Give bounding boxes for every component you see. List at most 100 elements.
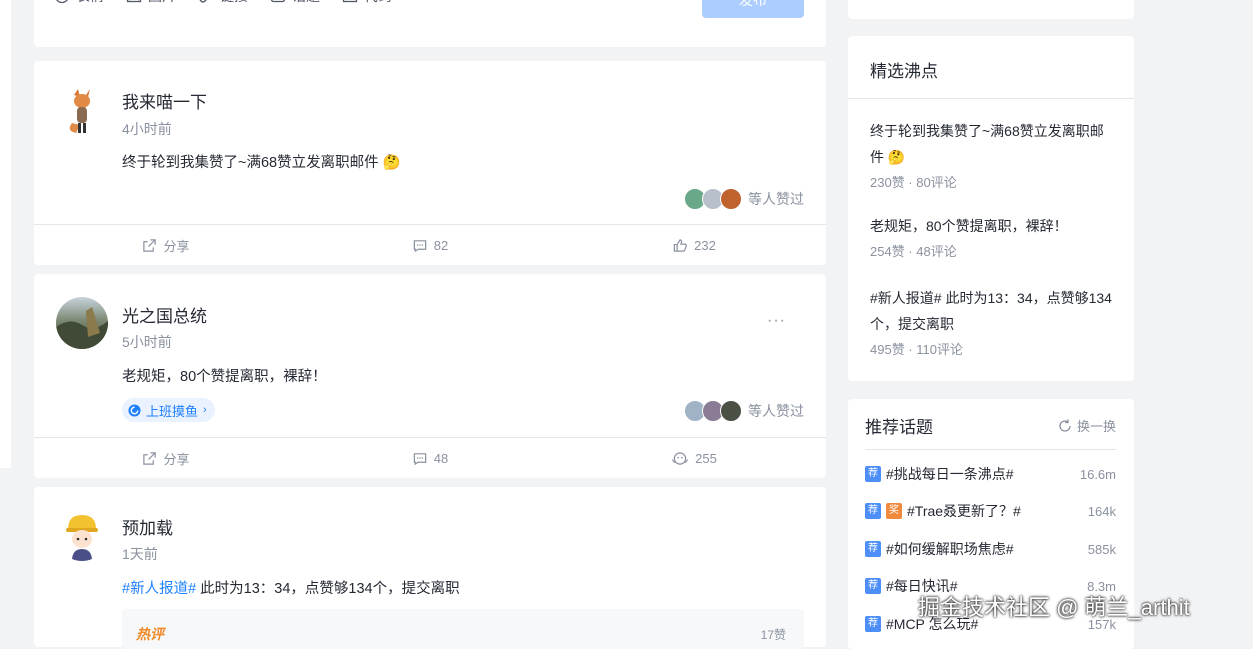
featured-item-meta: 254赞 · 48评论 [870, 244, 957, 259]
post-time: 1天前 [122, 546, 158, 562]
recommend-badge: 荐 [865, 466, 881, 482]
liker-avatars [684, 188, 742, 210]
avatar[interactable] [56, 85, 108, 137]
refresh-icon [1059, 419, 1071, 432]
topic-row[interactable]: 荐 #如何缓解职场焦虑# 585k [865, 538, 1116, 560]
refresh-label: 换一换 [1076, 419, 1116, 434]
hot-comment[interactable]: 热评 17赞 [122, 609, 804, 649]
image-tool[interactable]: 图片 [126, 0, 176, 6]
hashtag-link[interactable]: #新人报道# [122, 581, 196, 597]
featured-item-text: 老规矩，80个赞提离职，裸辞！ [870, 218, 1068, 234]
topic-tool[interactable]: 话题 [270, 0, 320, 6]
topic-name: #挑战每日一条沸点# [886, 466, 1014, 482]
more-options-button[interactable]: ··· [767, 312, 786, 330]
topic-row[interactable]: 荐 奖 #Trae叒更新了？# 164k [865, 500, 1116, 522]
hot-comment-likes: 17赞 [760, 628, 786, 642]
post-card: 我来喵一下 4小时前 终于轮到我集赞了~满68赞立发离职邮件 🤔 等人赞过 分享… [34, 61, 826, 265]
recommend-badge: 荐 [865, 616, 881, 632]
author-name[interactable]: 预加载 [122, 514, 173, 539]
link-tool[interactable]: 链接 [198, 0, 248, 6]
post-card: 光之国总统 5小时前 ··· 老规矩，80个赞提离职，裸辞！ 上班摸鱼 › 等人… [34, 274, 826, 478]
link-icon [199, 0, 207, 3]
emoji-tool[interactable]: 表情 [54, 0, 104, 6]
post-content[interactable]: #新人报道# 此时为13：34，点赞够134个，提交离职 [122, 577, 460, 598]
like-count: 232 [694, 237, 716, 253]
topic-circle-icon [128, 403, 141, 417]
likers-label: 等人赞过 [748, 403, 804, 419]
emoji-tool-label: 表情 [76, 0, 104, 6]
thumbs-up-icon [673, 238, 687, 252]
post-content[interactable]: 老规矩，80个赞提离职，裸辞！ [122, 365, 327, 386]
reaction-face-icon [672, 451, 689, 465]
share-label: 分享 [163, 238, 190, 254]
hardhat-avatar-icon [66, 515, 98, 561]
avatar [720, 188, 742, 210]
code-tool[interactable]: 代码 [342, 0, 392, 6]
smile-icon [56, 0, 68, 4]
post-time: 5小时前 [122, 334, 172, 350]
recommend-badge: 荐 [865, 578, 881, 594]
author-name[interactable]: 我来喵一下 [122, 88, 207, 113]
share-label: 分享 [163, 451, 190, 467]
sidebar-card-top [848, 0, 1134, 19]
image-tool-label: 图片 [148, 0, 176, 6]
post-time: 4小时前 [122, 121, 172, 137]
topic-tag[interactable]: 上班摸鱼 › [122, 398, 215, 422]
share-button[interactable]: 分享 [34, 438, 298, 478]
liker-avatars [684, 400, 742, 422]
recommend-badge: 荐 [865, 503, 881, 519]
like-button[interactable]: 232 [562, 225, 826, 265]
avatar[interactable] [56, 509, 108, 561]
featured-item[interactable]: #新人报道# 此时为13：34，点赞够134个，提交离职 495赞 · 110评… [870, 285, 1112, 363]
topic-count: 585k [1087, 541, 1116, 557]
like-button[interactable]: 255 [562, 438, 826, 478]
prize-badge: 奖 [886, 503, 902, 519]
topic-name: #Trae叒更新了？# [907, 503, 1021, 519]
recommend-badge: 荐 [865, 541, 881, 557]
fox-avatar-icon [69, 89, 90, 133]
likers[interactable]: 等人赞过 [684, 400, 804, 422]
share-icon [143, 238, 157, 252]
code-tool-label: 代码 [364, 0, 392, 6]
post-content[interactable]: 终于轮到我集赞了~满68赞立发离职邮件 🤔 [122, 151, 401, 172]
thinking-emoji-icon: 🤔 [887, 149, 906, 165]
featured-card: 精选沸点 终于轮到我集赞了~满68赞立发离职邮件 🤔 230赞 · 80评论 老… [848, 36, 1134, 381]
left-panel-edge [0, 0, 11, 468]
topic-count: 16.6m [1079, 466, 1116, 482]
publish-button[interactable]: 发布 [702, 0, 804, 18]
avatar[interactable] [56, 297, 108, 349]
chevron-right-icon: › [203, 404, 207, 416]
like-count: 255 [695, 450, 717, 466]
likers-label: 等人赞过 [748, 191, 804, 207]
post-text: 终于轮到我集赞了~满68赞立发离职邮件 [122, 155, 379, 171]
featured-item[interactable]: 老规矩，80个赞提离职，裸辞！ 254赞 · 48评论 [870, 213, 1112, 265]
comment-icon [413, 239, 426, 252]
landscape-avatar-icon [56, 307, 108, 349]
comment-button[interactable]: 48 [298, 438, 562, 478]
featured-item[interactable]: 终于轮到我集赞了~满68赞立发离职邮件 🤔 230赞 · 80评论 [870, 118, 1112, 196]
author-name[interactable]: 光之国总统 [122, 302, 207, 327]
composer-toolbar: 表情 图片 链接 话题 代码 [54, 0, 392, 6]
comment-icon [413, 452, 426, 465]
comment-button[interactable]: 82 [298, 225, 562, 265]
likers[interactable]: 等人赞过 [684, 188, 804, 210]
post-actions: 分享 82 232 [34, 224, 826, 265]
featured-item-meta: 230赞 · 80评论 [870, 175, 957, 190]
topics-title: 推荐话题 [865, 418, 933, 437]
share-button[interactable]: 分享 [34, 225, 298, 265]
composer-card: 表情 图片 链接 话题 代码 发布 [34, 0, 826, 47]
topic-count: 164k [1087, 503, 1116, 519]
image-icon [126, 0, 142, 3]
link-tool-label: 链接 [220, 0, 248, 6]
share-icon [143, 451, 157, 465]
divider [848, 98, 1134, 99]
topic-tag-label: 上班摸鱼 [146, 403, 199, 419]
code-icon [342, 0, 358, 3]
featured-item-meta: 495赞 · 110评论 [870, 342, 963, 357]
topic-name: #如何缓解职场焦虑# [886, 541, 1014, 557]
refresh-button[interactable]: 换一换 [1058, 416, 1116, 435]
thinking-emoji-icon: 🤔 [382, 155, 401, 171]
topic-row[interactable]: 荐 #挑战每日一条沸点# 16.6m [865, 463, 1116, 485]
post-text: 此时为13：34，点赞够134个，提交离职 [196, 581, 460, 597]
featured-item-text: #新人报道# 此时为13：34，点赞够134个，提交离职 [870, 290, 1112, 332]
